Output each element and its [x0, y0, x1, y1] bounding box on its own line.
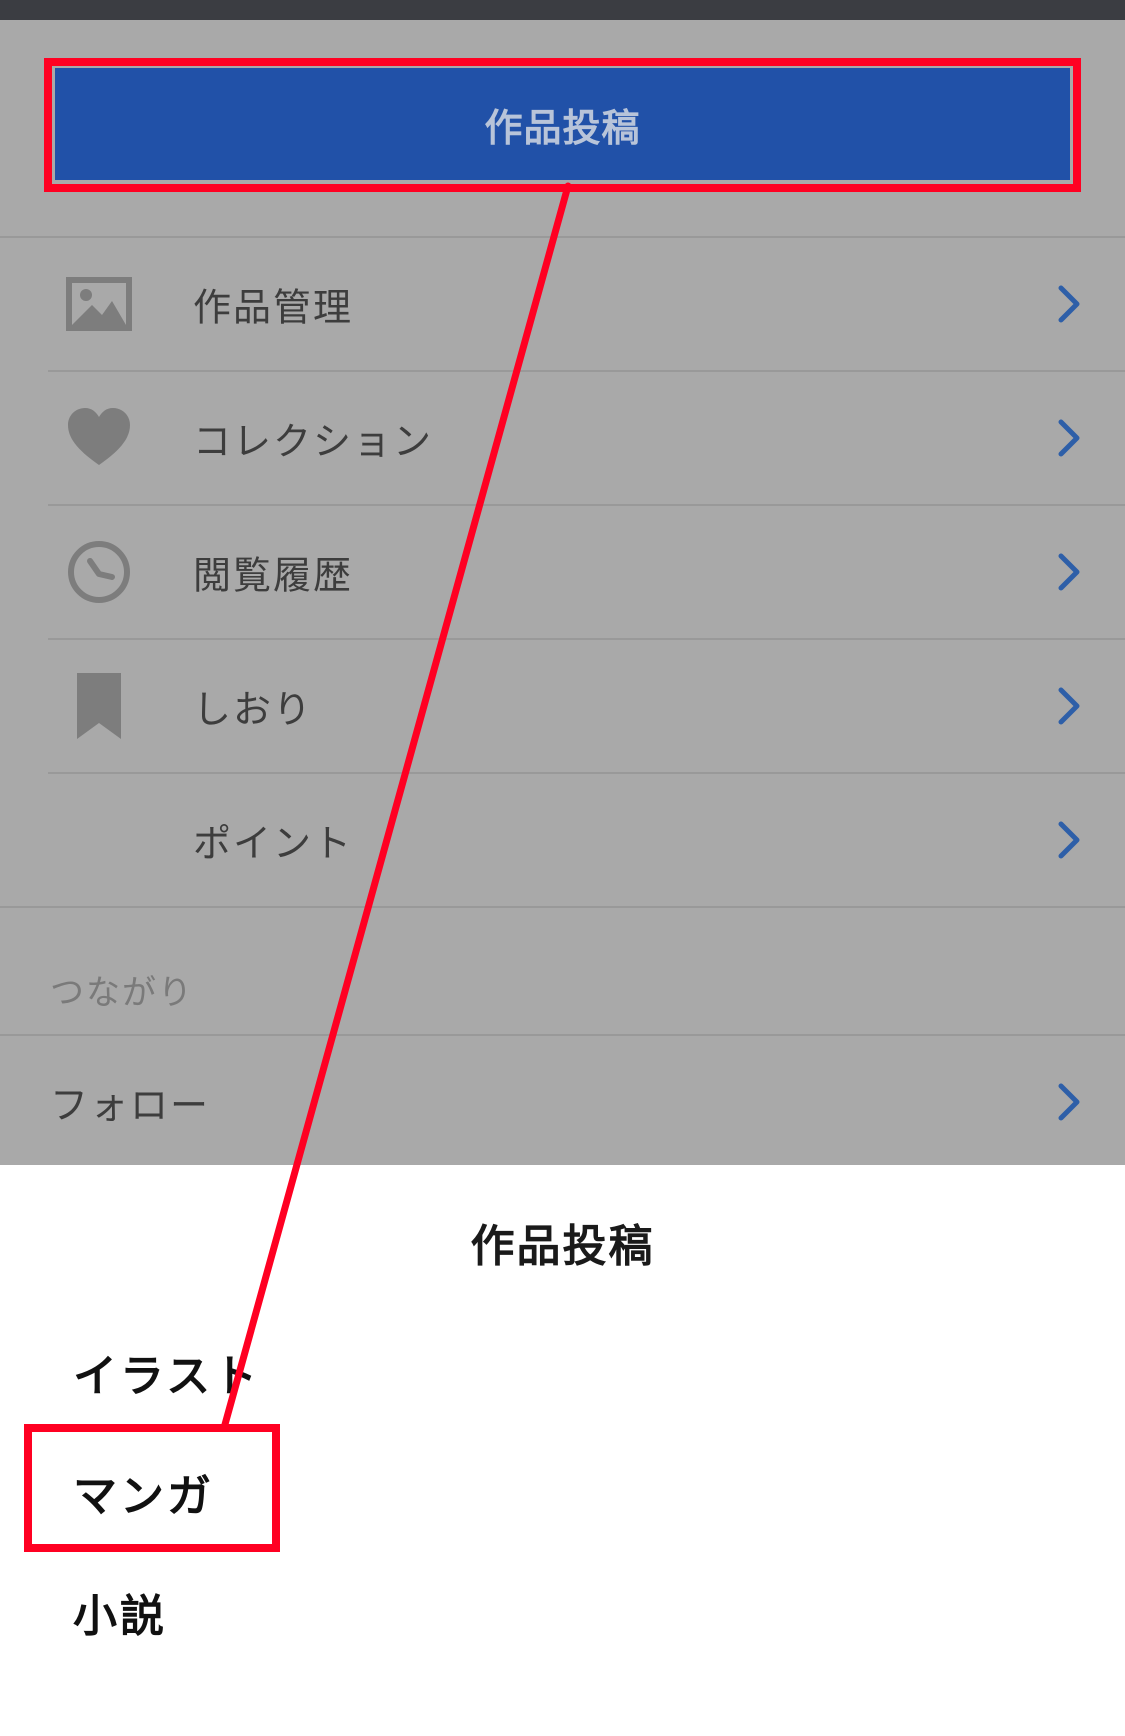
menu-item-history[interactable]: 閲覧履歴 [0, 506, 1125, 638]
menu-item-collection[interactable]: コレクション [0, 372, 1125, 504]
divider [0, 906, 1125, 908]
chevron-right-icon [1058, 1083, 1080, 1121]
menu-item-label: コレクション [193, 419, 434, 464]
sheet-option-illustration[interactable]: イラスト [73, 1340, 260, 1404]
sheet-option-novel[interactable]: 小説 [73, 1580, 167, 1644]
menu-item-label: 作品管理 [193, 285, 354, 330]
image-icon [66, 271, 132, 337]
chevron-right-icon [1058, 419, 1080, 457]
dimmed-background-menu: 作品投稿 作品管理 コレクション 閲覧履歴 しおり ポイント つながり フォロー [0, 20, 1125, 1165]
menu-item-bookmark[interactable]: しおり [0, 640, 1125, 772]
post-type-sheet: 作品投稿 イラスト マンガ 小説 [0, 1165, 1125, 1736]
menu-item-work-management[interactable]: 作品管理 [0, 238, 1125, 370]
post-work-button[interactable]: 作品投稿 [55, 68, 1070, 180]
chevron-right-icon [1058, 687, 1080, 725]
sheet-option-manga[interactable]: マンガ [73, 1460, 214, 1524]
status-bar [0, 0, 1125, 20]
menu-item-label: フォロー [50, 1083, 211, 1128]
menu-item-label: しおり [193, 687, 314, 732]
menu-item-label: ポイント [193, 821, 354, 866]
sheet-title: 作品投稿 [470, 1221, 655, 1272]
section-header-connections: つながり [50, 973, 194, 1013]
bookmark-icon [66, 673, 132, 739]
menu-item-points[interactable]: ポイント [0, 774, 1125, 906]
heart-icon [66, 405, 132, 471]
chevron-right-icon [1058, 821, 1080, 859]
chevron-right-icon [1058, 285, 1080, 323]
menu-item-follow[interactable]: フォロー [0, 1036, 1125, 1165]
clock-icon [66, 539, 132, 605]
menu-item-label: 閲覧履歴 [193, 553, 354, 598]
chevron-right-icon [1058, 553, 1080, 591]
